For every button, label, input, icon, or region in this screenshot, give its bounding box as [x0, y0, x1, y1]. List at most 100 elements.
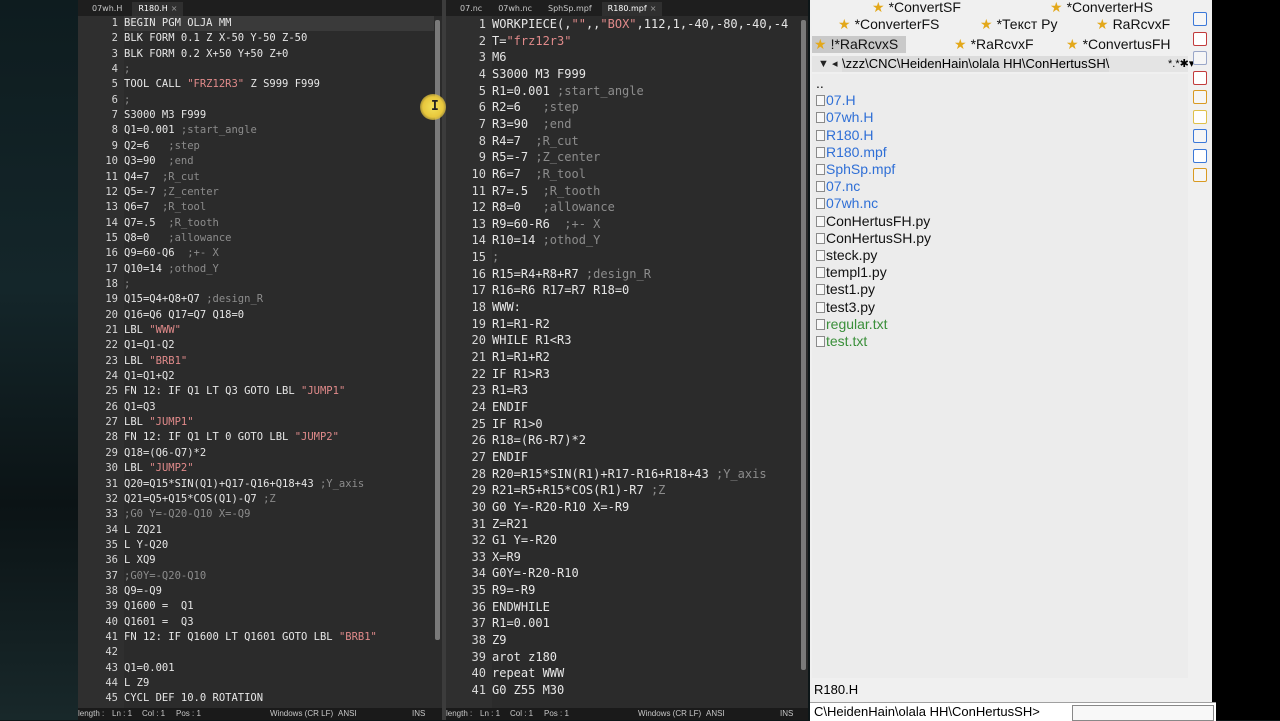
- file-list-item[interactable]: 07wh.nc: [816, 195, 878, 212]
- code-line[interactable]: L Y-Q20: [124, 538, 168, 553]
- code-line[interactable]: Q16=Q6 Q17=Q7 Q18=0: [124, 308, 244, 323]
- code-line[interactable]: FN 12: IF Q1600 LT Q1601 GOTO LBL "BRB1": [124, 630, 377, 645]
- code-line[interactable]: R15=R4+R8+R7 ;design_R: [492, 266, 651, 283]
- code-line[interactable]: R9=-R9: [492, 582, 535, 599]
- code-line[interactable]: R6=7 ;R_tool: [492, 166, 586, 183]
- file-list-item[interactable]: ConHertusFH.py: [816, 213, 930, 230]
- code-line[interactable]: Q8=0 ;allowance: [124, 231, 231, 246]
- right-code-editor[interactable]: 1 2 3 4 5 6 7 8 9 10 11 12 13 14 15 16 17 18 19 20 21 22 23 24 2…: [446, 16, 808, 708]
- code-line[interactable]: Q7=.5 ;R_tooth: [124, 216, 219, 231]
- code-line[interactable]: Q6=7 ;R_tool: [124, 200, 206, 215]
- code-line[interactable]: ;G0Y=-Q20-Q10: [124, 569, 206, 584]
- file-list[interactable]: .. 07.H 07wh.H R180.H R180.mpf SphSp.mpf 07.nc…: [812, 74, 1188, 678]
- code-line[interactable]: Q9=60-Q6 ;+- X: [124, 246, 219, 261]
- code-line[interactable]: ;: [124, 62, 130, 77]
- code-line[interactable]: LBL "BRB1": [124, 354, 187, 369]
- code-line[interactable]: L Z9: [124, 676, 149, 691]
- code-line[interactable]: Q1=0.001: [124, 661, 175, 676]
- code-line[interactable]: R8=0 ;allowance: [492, 199, 615, 216]
- code-line[interactable]: Q5=-7 ;Z_center: [124, 185, 219, 200]
- file-list-item[interactable]: 07.nc: [816, 178, 860, 195]
- folder-tab[interactable]: ★ *ConvertSF: [872, 0, 961, 16]
- code-line[interactable]: Q1=0.001 ;start_angle: [124, 123, 257, 138]
- code-line[interactable]: Z9: [492, 632, 506, 649]
- left-code-editor[interactable]: 1 2 3 4 5 6 7 8 9 10 11 12 13 14 15 16 17 18 19 20 21 22 23 24 2…: [78, 16, 442, 708]
- code-line[interactable]: R9=60-R6 ;+- X: [492, 216, 600, 233]
- code-line[interactable]: FN 12: IF Q1 LT 0 GOTO LBL "JUMP2": [124, 430, 339, 445]
- folder-icon[interactable]: [1193, 109, 1207, 124]
- code-line[interactable]: R1=0.001 ;start_angle: [492, 83, 644, 100]
- close-tab-icon[interactable]: ×: [650, 4, 657, 13]
- code-line[interactable]: Q3=90 ;end: [124, 154, 194, 169]
- code-line[interactable]: ;: [492, 249, 499, 266]
- code-line[interactable]: WORKPIECE(,"",,"BOX",112,1,-40,-80,-40,-…: [492, 16, 788, 33]
- code-line[interactable]: R3=90 ;end: [492, 116, 571, 133]
- file-list-item[interactable]: SphSp.mpf: [816, 161, 895, 178]
- code-line[interactable]: R2=6 ;step: [492, 99, 579, 116]
- file-list-item[interactable]: test.txt: [816, 333, 867, 350]
- delete-icon[interactable]: [1193, 70, 1207, 85]
- editor-tab[interactable]: R180.mpf ×: [601, 2, 663, 16]
- editor-tab[interactable]: 07wh.nc: [492, 2, 538, 16]
- file-list-item[interactable]: 07wh.H: [816, 109, 873, 126]
- code-line[interactable]: R5=-7 ;Z_center: [492, 149, 600, 166]
- file-list-item[interactable]: templ1.py: [816, 264, 887, 281]
- file-list-item[interactable]: test3.py: [816, 299, 875, 316]
- code-line[interactable]: IF R1>0: [492, 416, 543, 433]
- code-line[interactable]: Q4=7 ;R_cut: [124, 170, 200, 185]
- file-list-item[interactable]: steck.py: [816, 247, 877, 264]
- code-line[interactable]: ENDIF: [492, 399, 528, 416]
- close-tab-icon[interactable]: ×: [171, 4, 178, 13]
- right-vertical-scrollbar[interactable]: [801, 20, 806, 670]
- code-line[interactable]: Q10=14 ;othod_Y: [124, 262, 219, 277]
- code-line[interactable]: Q15=Q4+Q8+Q7 ;design_R: [124, 292, 263, 307]
- code-line[interactable]: Q1601 = Q3: [124, 615, 194, 630]
- code-line[interactable]: ENDIF: [492, 449, 528, 466]
- code-line[interactable]: R10=14 ;othod_Y: [492, 232, 600, 249]
- code-line[interactable]: Q1600 = Q1: [124, 599, 194, 614]
- folder-tab[interactable]: ★ *ConverterHS: [1050, 0, 1153, 16]
- code-line[interactable]: ;G0 Y=-Q20-Q10 X=-Q9: [124, 507, 250, 522]
- copy-icon[interactable]: [1193, 51, 1207, 65]
- code-line[interactable]: repeat WWW: [492, 665, 564, 682]
- file-list-item[interactable]: ..: [816, 75, 824, 92]
- code-line[interactable]: CYCL DEF 10.0 ROTATION: [124, 691, 263, 706]
- code-line[interactable]: R7=.5 ;R_tooth: [492, 183, 600, 200]
- folder-tab[interactable]: ★ !*RaRcvxS: [812, 36, 907, 53]
- code-line[interactable]: S3000 M3 F999: [124, 108, 206, 123]
- code-line[interactable]: Q9=-Q9: [124, 584, 162, 599]
- code-line[interactable]: Q2=6 ;step: [124, 139, 200, 154]
- find-file-icon[interactable]: [1193, 31, 1207, 46]
- code-line[interactable]: L XQ9: [124, 553, 156, 568]
- code-line[interactable]: FN 12: IF Q1 LT Q3 GOTO LBL "JUMP1": [124, 384, 345, 399]
- code-line[interactable]: X=R9: [492, 549, 521, 566]
- code-line[interactable]: LBL "JUMP1": [124, 415, 194, 430]
- code-line[interactable]: Q21=Q5+Q15*COS(Q1)-Q7 ;Z: [124, 492, 276, 507]
- code-line[interactable]: R16=R6 R17=R7 R18=0: [492, 282, 629, 299]
- code-line[interactable]: Q1=Q1+Q2: [124, 369, 175, 384]
- code-line[interactable]: G0Y=-R20-R10: [492, 565, 579, 582]
- code-line[interactable]: Q20=Q15*SIN(Q1)+Q17-Q16+Q18+43 ;Y_axis: [124, 477, 364, 492]
- code-line[interactable]: R4=7 ;R_cut: [492, 133, 579, 150]
- command-line[interactable]: C\HeidenHain\olala HH\ConHertusSH>: [810, 702, 1216, 721]
- history-nav-icon[interactable]: ▼ ◂: [818, 56, 837, 72]
- editor-tab[interactable]: 07.nc: [454, 2, 488, 16]
- command-input[interactable]: [1072, 705, 1214, 721]
- file-list-item[interactable]: ConHertusSH.py: [816, 230, 931, 247]
- code-line[interactable]: Q1=Q3: [124, 400, 156, 415]
- code-line[interactable]: BLK FORM 0.2 X+50 Y+50 Z+0: [124, 47, 288, 62]
- code-line[interactable]: ;: [124, 93, 130, 108]
- code-line[interactable]: S3000 M3 F999: [492, 66, 586, 83]
- panel-alt-icon[interactable]: [1193, 148, 1207, 163]
- code-line[interactable]: IF R1>R3: [492, 366, 550, 383]
- folder-tab[interactable]: ★ RaRcvxF: [1096, 16, 1170, 33]
- current-path[interactable]: \zzz\CNC\HeidenHain\olala HH\ConHertusSH…: [842, 56, 1110, 72]
- file-list-item[interactable]: R180.mpf: [816, 144, 887, 161]
- code-line[interactable]: Q18=(Q6-Q7)*2: [124, 446, 206, 461]
- code-line[interactable]: G0 Y=-R20-R10 X=-R9: [492, 499, 629, 516]
- code-line[interactable]: WWW:: [492, 299, 521, 316]
- code-line[interactable]: R20=R15*SIN(R1)+R17-R16+R18+43 ;Y_axis: [492, 466, 767, 483]
- code-line[interactable]: G1 Y=-R20: [492, 532, 557, 549]
- search-icon[interactable]: [1193, 12, 1207, 26]
- code-line[interactable]: ENDWHILE: [492, 599, 550, 616]
